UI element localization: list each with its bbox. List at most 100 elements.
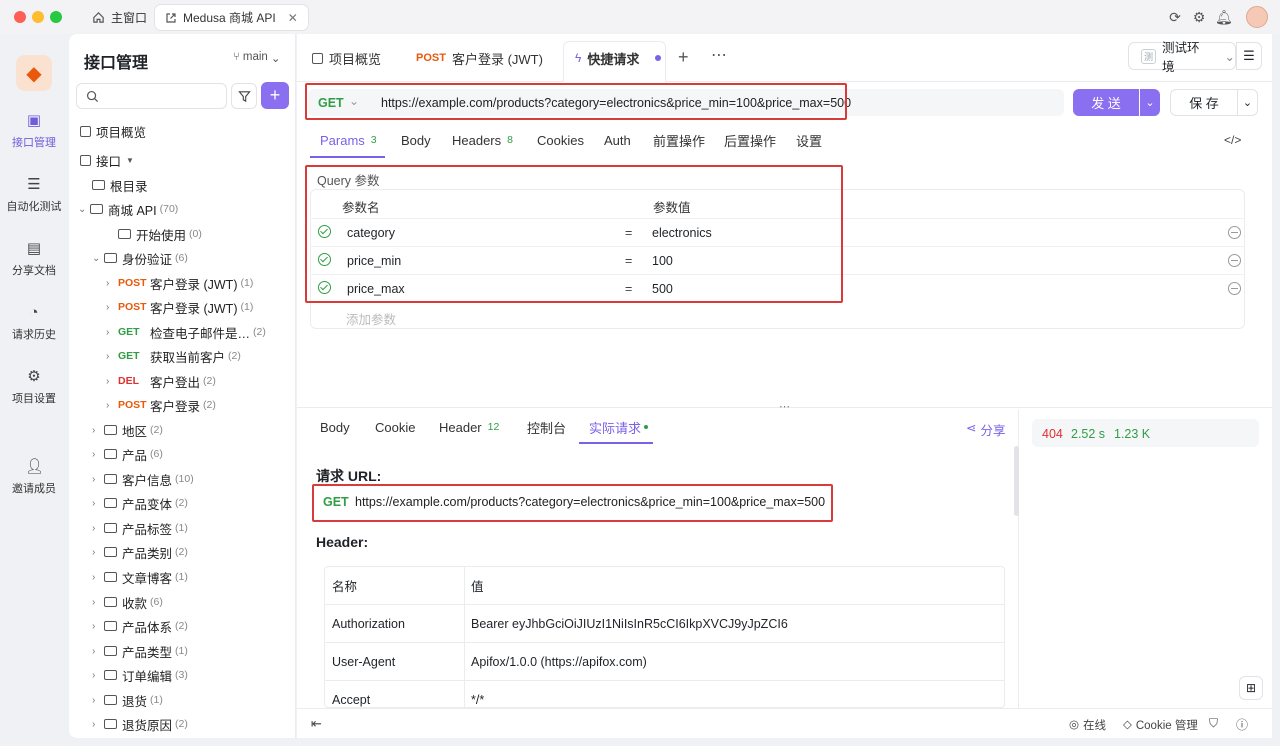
chevron-right-icon[interactable]: › xyxy=(92,597,104,608)
tab-后置操作[interactable]: 后置操作 xyxy=(724,122,776,158)
chevron-down-icon[interactable]: ⌄ xyxy=(78,204,90,215)
avatar[interactable] xyxy=(1246,6,1268,28)
zoom-window-button[interactable] xyxy=(50,11,62,23)
branch-selector[interactable]: ⑂ main ⌄ xyxy=(233,51,280,65)
tree-item-folder[interactable]: › 产品体系 (2) xyxy=(92,614,188,638)
collapse-sidebar-icon[interactable]: ⇤ xyxy=(311,716,322,732)
add-param-input[interactable]: 添加参数 xyxy=(346,309,396,328)
send-button[interactable]: 发 送 xyxy=(1073,89,1139,116)
remove-param-icon[interactable] xyxy=(1228,226,1241,239)
add-button[interactable]: + xyxy=(261,82,289,109)
save-options-button[interactable]: ⌄ xyxy=(1238,89,1258,116)
tab-post-login[interactable]: POST 客户登录 (JWT) xyxy=(404,34,555,82)
tree-item-folder[interactable]: › 收款 (6) xyxy=(92,590,163,614)
tab-cookies[interactable]: Cookies xyxy=(537,122,584,158)
chevron-right-icon[interactable]: › xyxy=(92,621,104,632)
share-button[interactable]: ⋖ 分享 xyxy=(966,420,1006,439)
response-scrollbar[interactable] xyxy=(1014,446,1019,516)
shirt-icon[interactable]: ⛉ xyxy=(1209,716,1218,731)
rail-item-share-doc[interactable]: ▤ 分享文档 xyxy=(0,240,68,278)
online-status[interactable]: ◎ 在线 xyxy=(1069,717,1106,733)
close-tab-icon[interactable]: ✕ xyxy=(288,11,298,25)
chevron-right-icon[interactable]: › xyxy=(106,278,118,289)
rail-item-history[interactable]: ◔ 请求历史 xyxy=(0,304,68,342)
tree-item-folder[interactable]: › 地区 (2) xyxy=(92,418,163,442)
chevron-right-icon[interactable]: › xyxy=(92,474,104,485)
chevron-right-icon[interactable]: › xyxy=(92,646,104,657)
tree-item-folder[interactable]: › 产品标签 (1) xyxy=(92,516,188,540)
chevron-right-icon[interactable]: › xyxy=(92,670,104,681)
filter-button[interactable] xyxy=(231,83,257,109)
resize-handle-icon[interactable]: ⋯ xyxy=(779,400,790,413)
chevron-right-icon[interactable]: › xyxy=(92,547,104,558)
tree-item-overview[interactable]: 项目概览 xyxy=(80,119,146,143)
response-tab-3[interactable]: 控制台 xyxy=(527,410,566,444)
gear-icon[interactable]: ⚙ xyxy=(1191,9,1207,25)
chevron-right-icon[interactable]: › xyxy=(92,719,104,730)
tree-item-endpoint[interactable]: › POST 客户登录 (JWT) (1) xyxy=(106,271,253,295)
tab-overview[interactable]: 项目概览 xyxy=(300,34,393,82)
chevron-right-icon[interactable]: › xyxy=(106,327,118,338)
minimize-window-button[interactable] xyxy=(32,11,44,23)
tree-item-endpoint[interactable]: › GET 检查电子邮件是… (2) xyxy=(106,320,266,344)
chevron-right-icon[interactable]: › xyxy=(106,400,118,411)
tree-item-folder[interactable]: › 退货原因 (2) xyxy=(92,712,188,736)
tab-前置操作[interactable]: 前置操作 xyxy=(653,122,705,158)
chevron-right-icon[interactable]: › xyxy=(92,523,104,534)
help-icon[interactable]: ⓘ xyxy=(1236,716,1248,733)
tree-item-folder[interactable]: › 订单编辑 (3) xyxy=(92,663,188,687)
response-tab-1[interactable]: Cookie xyxy=(375,410,415,444)
tree-item-folder[interactable]: ⌄ 商城 API (70) xyxy=(78,197,178,221)
response-tab-4[interactable]: 实际请求 xyxy=(589,410,649,444)
chevron-right-icon[interactable]: › xyxy=(92,425,104,436)
tree-item-endpoint[interactable]: › GET 获取当前客户 (2) xyxy=(106,344,241,368)
rail-item-settings[interactable]: ⚙ 项目设置 xyxy=(0,368,68,406)
project-logo[interactable]: ◆ xyxy=(16,55,52,91)
bell-icon[interactable]: 🔔︎ xyxy=(1215,9,1233,25)
chevron-right-icon[interactable]: › xyxy=(92,449,104,460)
tree-item-folder[interactable]: ⌄ 身份验证 (6) xyxy=(92,246,188,270)
tree-item-folder[interactable]: › 客户信息 (10) xyxy=(92,467,194,491)
menu-button[interactable]: ☰ xyxy=(1236,42,1262,70)
tab-params[interactable]: Params 3 xyxy=(320,122,377,158)
save-button[interactable]: 保 存 xyxy=(1170,89,1238,116)
chevron-right-icon[interactable]: › xyxy=(106,302,118,313)
tree-item-endpoint[interactable]: › POST 客户登录 (2) xyxy=(106,393,216,417)
remove-param-icon[interactable] xyxy=(1228,254,1241,267)
more-tabs-icon[interactable]: ⋯ xyxy=(711,45,727,65)
tab-quick-request[interactable]: ϟ 快捷请求 xyxy=(563,34,673,82)
tree-item-endpoint[interactable]: › DEL 客户登出 (2) xyxy=(106,369,216,393)
response-tab-0[interactable]: Body xyxy=(320,410,350,444)
chevron-right-icon[interactable]: › xyxy=(92,572,104,583)
tree-item-folder[interactable]: 开始使用 (0) xyxy=(106,222,202,246)
tree-item-folder[interactable]: › 产品类别 (2) xyxy=(92,540,188,564)
tree-item-folder[interactable]: › 文章博客 (1) xyxy=(92,565,188,589)
tree-search-input[interactable] xyxy=(76,83,227,109)
window-tab-project[interactable]: Medusa 商城 API ✕ xyxy=(155,5,308,30)
cookie-manager-button[interactable]: ◇ Cookie 管理 xyxy=(1123,717,1198,733)
code-icon[interactable]: </> xyxy=(1224,133,1241,147)
chevron-right-icon[interactable]: › xyxy=(106,376,118,387)
tree-item-folder[interactable]: › 退货 (1) xyxy=(92,688,163,712)
tree-item-root[interactable]: 根目录 xyxy=(92,173,148,197)
tab-设置[interactable]: 设置 xyxy=(796,122,822,158)
tab-body[interactable]: Body xyxy=(401,122,431,158)
refresh-icon[interactable]: ⟳ xyxy=(1167,9,1183,25)
close-window-button[interactable] xyxy=(14,11,26,23)
window-tab-home[interactable]: 主窗口 xyxy=(82,5,157,30)
remove-param-icon[interactable] xyxy=(1228,282,1241,295)
tab-headers[interactable]: Headers 8 xyxy=(452,122,513,158)
tree-item-folder[interactable]: › 产品 (6) xyxy=(92,442,163,466)
tree-item-interfaces[interactable]: 接口 ▼ xyxy=(80,148,134,172)
tree-item-folder[interactable]: › 产品变体 (2) xyxy=(92,491,188,515)
rail-item-automation[interactable]: ☰ 自动化测试 xyxy=(0,176,68,214)
response-tab-2[interactable]: Header 12 xyxy=(439,410,499,444)
rail-item-invite[interactable]: 👤︎ 邀请成员 xyxy=(0,458,68,496)
chevron-down-icon[interactable]: ⌄ xyxy=(92,253,104,264)
chevron-right-icon[interactable]: › xyxy=(92,498,104,509)
chevron-right-icon[interactable]: › xyxy=(106,351,118,362)
rail-item-api[interactable]: ▣ 接口管理 xyxy=(0,112,68,150)
tree-item-folder[interactable]: › 产品类型 (1) xyxy=(92,639,188,663)
send-options-button[interactable]: ⌄ xyxy=(1140,89,1160,116)
new-tab-icon[interactable]: + xyxy=(678,47,689,68)
